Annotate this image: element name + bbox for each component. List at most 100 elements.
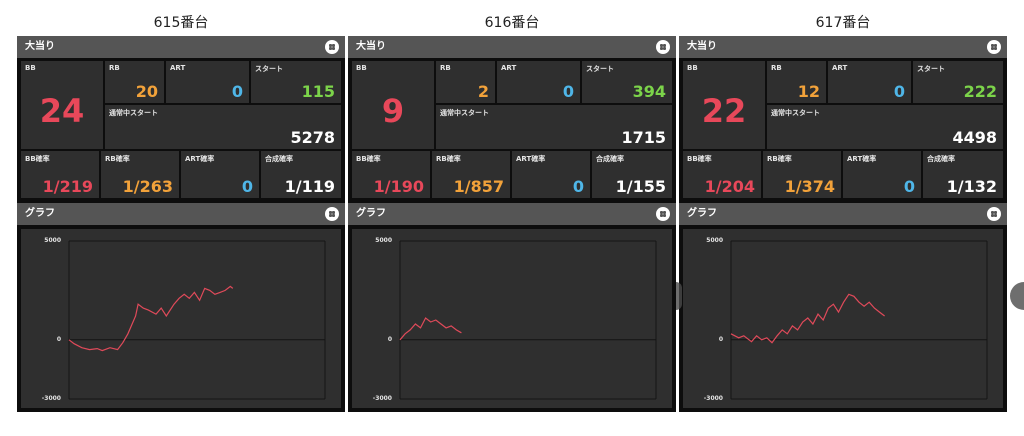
slump-graph: 5000 0 -3000 — [21, 229, 341, 408]
stat-label: RB — [440, 64, 451, 72]
stat-value: 1/190 — [373, 177, 424, 196]
stat-value: 222 — [963, 82, 997, 101]
stat-cell-combined-rate: 合成確率 1/132 — [923, 151, 1003, 198]
y-tick-label: 5000 — [375, 237, 392, 244]
grid-icon-dot — [994, 47, 997, 50]
stat-value: 394 — [632, 82, 666, 101]
grid-icon[interactable] — [325, 207, 339, 221]
stat-cell-art: ART 0 — [828, 61, 911, 103]
grid-icon[interactable] — [987, 40, 1001, 54]
machine-panel: 616番台 大当り BB 9 RB 2 ART 0 スタート 394 通常中スタート 1715 BB確率… — [348, 0, 676, 412]
y-tick-label: 0 — [387, 335, 392, 343]
stat-label: RB — [109, 64, 120, 72]
machine-title: 615番台 — [153, 15, 209, 31]
stat-cell-bb-rate: BB確率 1/219 — [21, 151, 99, 198]
jackpot-header: 大当り — [679, 36, 1007, 58]
grid-icon[interactable] — [656, 207, 670, 221]
grid-icon[interactable] — [325, 40, 339, 54]
stat-value: 20 — [135, 82, 158, 101]
carousel-arrow[interactable] — [676, 282, 682, 310]
y-tick-label: 0 — [56, 335, 61, 343]
stat-cell-bb: BB 24 — [21, 61, 103, 149]
stat-label: 合成確率 — [596, 155, 624, 163]
y-tick-label: 5000 — [706, 237, 723, 244]
slump-graph: 5000 0 -3000 — [683, 229, 1003, 408]
stat-value: 0 — [572, 177, 584, 196]
series-line — [730, 293, 885, 344]
jackpot-header-label: 大当り — [356, 41, 386, 52]
stat-label: BB — [25, 64, 36, 72]
series-line — [399, 317, 462, 341]
stat-label: ART — [501, 64, 517, 72]
stat-value: 4498 — [952, 128, 997, 147]
stat-label: RB確率 — [436, 155, 461, 163]
slump-graph: 5000 0 -3000 — [352, 229, 672, 408]
stat-label: ART確率 — [185, 155, 215, 163]
stat-value: 0 — [231, 82, 243, 101]
stat-label: スタート — [255, 65, 283, 73]
stat-value: 1715 — [621, 128, 666, 147]
y-tick-label: 5000 — [44, 237, 61, 244]
stat-label: ART — [170, 64, 186, 72]
jackpot-header-label: 大当り — [687, 41, 717, 52]
y-tick-label: 0 — [718, 335, 723, 343]
stat-value: 22 — [701, 92, 747, 130]
stat-label: BB確率 — [356, 155, 381, 163]
stat-cell-bb: BB 9 — [352, 61, 434, 149]
graph-header: グラフ — [17, 203, 345, 225]
stat-cell-start: スタート 394 — [582, 61, 672, 103]
stat-cell-art-rate: ART確率 0 — [181, 151, 259, 198]
stat-value: 1/263 — [122, 177, 173, 196]
stat-cell-bb: BB 22 — [683, 61, 765, 149]
stat-label: RB確率 — [767, 155, 792, 163]
stat-label: BB — [356, 64, 367, 72]
stat-label: ART確率 — [847, 155, 877, 163]
machine-title: 617番台 — [815, 15, 871, 31]
stat-cell-rb: RB 20 — [105, 61, 164, 103]
stat-label: スタート — [917, 65, 945, 73]
stat-cell-normal-start: 通常中スタート 5278 — [105, 105, 341, 149]
stat-value: 0 — [903, 177, 915, 196]
stat-cell-rb-rate: RB確率 1/374 — [763, 151, 841, 198]
stat-cell-start: スタート 115 — [251, 61, 341, 103]
carousel-arrow[interactable] — [1010, 282, 1024, 310]
stat-cell-rb-rate: RB確率 1/857 — [432, 151, 510, 198]
stat-cell-rb-rate: RB確率 1/263 — [101, 151, 179, 198]
jackpot-header: 大当り — [348, 36, 676, 58]
stat-value: 12 — [797, 82, 820, 101]
stat-cell-art: ART 0 — [497, 61, 580, 103]
stat-label: 通常中スタート — [440, 109, 489, 117]
y-tick-label: -3000 — [703, 395, 723, 402]
grid-icon[interactable] — [656, 40, 670, 54]
machine-body: 大当り BB 9 RB 2 ART 0 スタート 394 通常中スタート 1715 BB確率 1/190… — [348, 36, 676, 412]
stat-value: 2 — [477, 82, 489, 101]
stat-label: ART — [832, 64, 848, 72]
graph-svg — [399, 240, 657, 400]
graph-header: グラフ — [679, 203, 1007, 225]
stat-cell-art-rate: ART確率 0 — [843, 151, 921, 198]
stat-cell-combined-rate: 合成確率 1/119 — [261, 151, 341, 198]
machine-body: 大当り BB 24 RB 20 ART 0 スタート 115 通常中スタート 5278 BB確率 1/2… — [17, 36, 345, 412]
stat-value: 1/155 — [615, 177, 666, 196]
stat-label: スタート — [586, 65, 614, 73]
stat-value: 0 — [241, 177, 253, 196]
graph-header: グラフ — [348, 203, 676, 225]
stat-value: 9 — [381, 92, 405, 130]
stat-cell-bb-rate: BB確率 1/204 — [683, 151, 761, 198]
stat-label: 通常中スタート — [771, 109, 820, 117]
stat-cell-bb-rate: BB確率 1/190 — [352, 151, 430, 198]
stat-value: 1/374 — [784, 177, 835, 196]
stat-cell-normal-start: 通常中スタート 1715 — [436, 105, 672, 149]
machine-body: 大当り BB 22 RB 12 ART 0 スタート 222 通常中スタート 4498 BB確率 1/2… — [679, 36, 1007, 412]
stat-label: ART確率 — [516, 155, 546, 163]
stat-value: 5278 — [290, 128, 335, 147]
grid-icon[interactable] — [987, 207, 1001, 221]
stat-value: 24 — [39, 92, 85, 130]
stat-cell-combined-rate: 合成確率 1/155 — [592, 151, 672, 198]
jackpot-header: 大当り — [17, 36, 345, 58]
stat-cell-rb: RB 12 — [767, 61, 826, 103]
stat-label: BB — [687, 64, 698, 72]
stat-label: BB確率 — [25, 155, 50, 163]
graph-svg — [730, 240, 988, 400]
stat-label: RB確率 — [105, 155, 130, 163]
